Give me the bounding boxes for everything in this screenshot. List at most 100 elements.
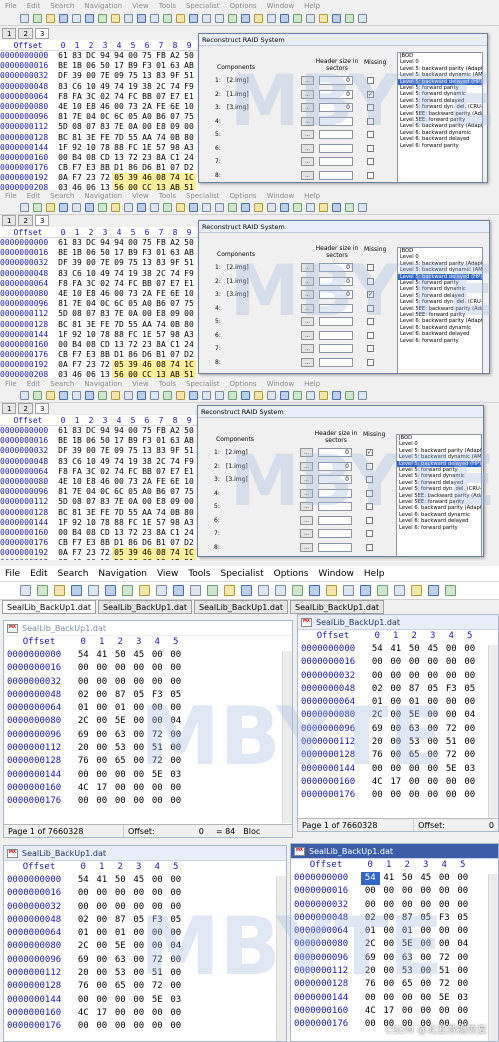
toolbar-icon[interactable] xyxy=(124,391,133,400)
hex-byte[interactable]: 87 xyxy=(111,914,130,927)
toolbar-icon[interactable] xyxy=(202,203,211,212)
hex-byte[interactable]: 78 xyxy=(98,518,112,528)
hex-byte[interactable]: 00 xyxy=(111,887,130,900)
menu-item-search[interactable]: Search xyxy=(45,192,79,200)
header-size-input[interactable] xyxy=(319,116,353,126)
toolbar-icon[interactable] xyxy=(241,391,250,400)
hex-byte[interactable]: 74 xyxy=(154,508,168,518)
hex-byte[interactable]: AB xyxy=(168,558,182,560)
hex-byte[interactable]: DF xyxy=(56,258,70,268)
header-size-input[interactable] xyxy=(319,303,353,313)
missing-checkbox[interactable] xyxy=(367,264,374,271)
hex-byte[interactable]: CB xyxy=(56,163,70,173)
hex-row[interactable]: 0000000176 00 00 00 00 00 00 xyxy=(4,795,292,808)
toolbar-icon[interactable] xyxy=(280,391,289,400)
hex-byte[interactable]: 00 xyxy=(93,702,112,715)
hex-byte[interactable]: 00 xyxy=(442,789,461,802)
hex-byte[interactable]: 0C xyxy=(98,487,112,497)
hex-row[interactable]: 0000000016 00 00 00 00 00 00 xyxy=(4,662,292,675)
hex-byte[interactable]: 72 xyxy=(442,723,461,736)
hex-byte[interactable]: 00 xyxy=(182,309,196,319)
hex-byte[interactable]: CC xyxy=(140,558,154,560)
hex-byte[interactable]: CD xyxy=(98,528,112,538)
raid-level-option[interactable]: Level 5: backward dynamic (AMI) xyxy=(398,72,482,78)
hex-byte[interactable]: 75 xyxy=(182,487,196,497)
hex-byte[interactable]: 00 xyxy=(417,899,436,912)
hex-byte[interactable]: 92 xyxy=(70,518,84,528)
toolbar-icon[interactable] xyxy=(85,203,94,212)
hex-byte[interactable]: 00 xyxy=(442,709,461,722)
missing-checkbox[interactable] xyxy=(367,358,374,366)
hex-byte[interactable]: 00 xyxy=(424,763,443,776)
missing-checkbox[interactable] xyxy=(367,304,374,312)
hex-byte[interactable]: 5D xyxy=(56,497,70,507)
toolbar-icon[interactable] xyxy=(241,203,250,212)
hex-byte[interactable]: 94 xyxy=(112,426,126,436)
hex-byte[interactable]: 00 xyxy=(112,102,126,112)
hex-byte[interactable]: 50 xyxy=(111,874,130,887)
hex-byte[interactable]: 00 xyxy=(130,887,149,900)
toolbar-icon[interactable] xyxy=(54,585,65,596)
toolbar-icon[interactable] xyxy=(343,585,354,596)
browse-button[interactable]: ... xyxy=(301,143,314,153)
hex-byte[interactable]: 24 xyxy=(182,528,196,538)
header-size-input[interactable] xyxy=(318,488,352,498)
browse-button[interactable]: ... xyxy=(301,290,314,299)
hex-byte[interactable]: 46 xyxy=(70,558,84,560)
hex-byte[interactable]: 24 xyxy=(182,340,196,350)
hex-row[interactable]: 0000000128 76 00 65 00 72 00 xyxy=(291,978,498,991)
hex-byte[interactable]: F3 xyxy=(148,914,167,927)
toolbar-icon[interactable] xyxy=(105,585,116,596)
hex-byte[interactable]: D2 xyxy=(182,163,196,173)
hex-byte[interactable]: AA xyxy=(140,508,154,518)
hex-row[interactable]: 0000000096 81 7E 04 0C 6C 05 A0 B6 07 75 xyxy=(0,487,200,497)
hex-byte[interactable]: E8 xyxy=(154,122,168,132)
toolbar-icon[interactable] xyxy=(20,203,29,212)
menu-item-edit[interactable]: Edit xyxy=(22,380,46,388)
tab-2[interactable]: 2 xyxy=(18,403,33,414)
hex-byte[interactable]: 49 xyxy=(98,82,112,92)
hex-byte[interactable]: 38 xyxy=(140,269,154,279)
hex-byte[interactable]: 00 xyxy=(461,736,480,749)
hex-byte[interactable]: 72 xyxy=(98,173,112,183)
hex-byte[interactable]: F9 xyxy=(182,457,196,467)
hex-byte[interactable]: 00 xyxy=(405,763,424,776)
toolbar-icon[interactable] xyxy=(319,391,328,400)
hex-row[interactable]: 0000000016 00 00 00 00 00 00 xyxy=(298,656,498,669)
hex-byte[interactable]: 75 xyxy=(140,51,154,61)
hex-byte[interactable]: 00 xyxy=(126,238,140,248)
hex-byte[interactable]: 00 xyxy=(167,662,186,675)
hex-byte[interactable]: B6 xyxy=(154,299,168,309)
menu-item-search[interactable]: Search xyxy=(45,380,79,388)
hex-byte[interactable]: 49 xyxy=(98,457,112,467)
hex-byte[interactable]: 74 xyxy=(112,82,126,92)
toolbar-icon[interactable] xyxy=(326,585,337,596)
browse-button[interactable]: ... xyxy=(301,276,314,286)
hex-byte[interactable]: 7E xyxy=(98,71,112,81)
hex-byte[interactable]: B4 xyxy=(70,528,84,538)
hex-byte[interactable]: 00 xyxy=(130,715,149,728)
hex-byte[interactable]: 05 xyxy=(424,683,443,696)
hex-byte[interactable]: 07 xyxy=(168,487,182,497)
toolbar-icon[interactable] xyxy=(176,391,185,400)
hex-byte[interactable]: 02 xyxy=(368,683,387,696)
hex-byte[interactable]: 78 xyxy=(98,330,112,340)
hex-byte[interactable]: 74 xyxy=(168,548,182,559)
hex-byte[interactable]: 74 xyxy=(154,320,168,330)
hex-byte[interactable]: 24 xyxy=(182,153,196,163)
hex-byte[interactable]: 05 xyxy=(112,173,126,184)
hex-row[interactable]: 0000000064 01 00 01 00 00 00 xyxy=(4,702,292,715)
menu-item-help[interactable]: Help xyxy=(299,2,325,10)
hex-byte[interactable]: 72 xyxy=(435,978,454,991)
hex-byte[interactable]: 00 xyxy=(424,789,443,802)
missing-checkbox[interactable] xyxy=(366,476,373,483)
hex-byte[interactable]: 00 xyxy=(74,769,93,782)
hex-row[interactable]: 0000000096 81 7E 04 0C 6C 05 A0 B6 07 75 xyxy=(0,112,200,122)
hex-byte[interactable]: 75 xyxy=(140,426,154,436)
hex-byte[interactable]: 63 xyxy=(168,61,182,71)
hex-byte[interactable]: 0A xyxy=(56,548,70,558)
hex-byte[interactable]: AA xyxy=(140,133,154,143)
hex-byte[interactable]: 00 xyxy=(93,927,112,940)
hex-byte[interactable]: 19 xyxy=(126,457,140,467)
hex-byte[interactable]: 01 xyxy=(111,927,130,940)
